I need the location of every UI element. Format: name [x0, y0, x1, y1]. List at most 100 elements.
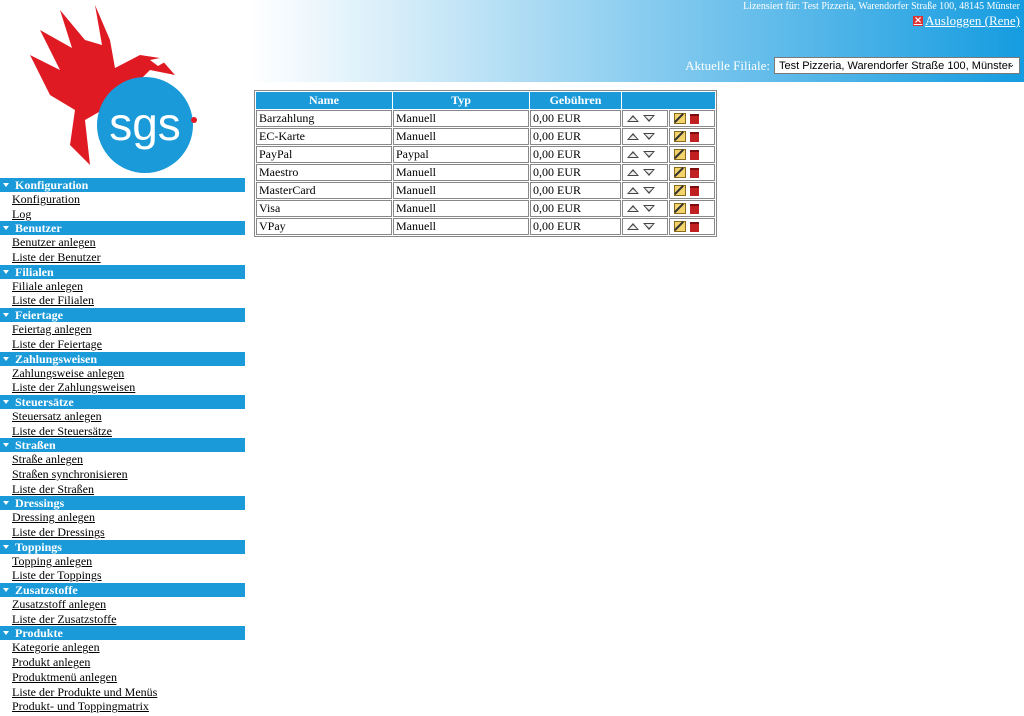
sidebar-section-header[interactable]: Konfiguration — [0, 178, 245, 192]
sidebar-link[interactable]: Liste der Dressings — [0, 525, 245, 540]
edit-icon[interactable] — [674, 203, 686, 214]
trash-icon[interactable] — [690, 131, 699, 142]
cell-actions — [669, 218, 715, 235]
move-up-icon[interactable] — [627, 133, 639, 140]
trash-icon[interactable] — [690, 203, 699, 214]
cell-order — [622, 182, 668, 199]
trash-icon[interactable] — [690, 113, 699, 124]
sidebar-link[interactable]: Liste der Steuersätze — [0, 424, 245, 439]
edit-icon[interactable] — [674, 167, 686, 178]
cell-typ: Manuell — [393, 164, 529, 181]
move-up-icon[interactable] — [627, 187, 639, 194]
sidebar-section-title: Zahlungsweisen — [15, 351, 98, 366]
sidebar-section-header[interactable]: Dressings — [0, 496, 245, 511]
move-up-icon[interactable] — [627, 115, 639, 122]
move-down-icon[interactable] — [643, 205, 655, 212]
table-row: Barzahlung Manuell 0,00 EUR — [256, 110, 715, 127]
cell-order — [622, 110, 668, 127]
caret-down-icon — [3, 501, 9, 506]
sidebar-section-header[interactable]: Toppings — [0, 539, 245, 554]
sidebar-link[interactable]: Straße anlegen — [0, 452, 245, 467]
cell-name: Visa — [256, 200, 392, 217]
sidebar-link[interactable]: Benutzer anlegen — [0, 235, 245, 250]
move-up-icon[interactable] — [627, 205, 639, 212]
caret-down-icon — [3, 269, 9, 274]
trash-icon[interactable] — [690, 149, 699, 160]
cell-actions — [669, 146, 715, 163]
sidebar-link[interactable]: Topping anlegen — [0, 554, 245, 569]
sidebar-section-title: Feiertage — [15, 308, 63, 323]
move-down-icon[interactable] — [643, 169, 655, 176]
sidebar-link[interactable]: Liste der Produkte und Menüs — [0, 685, 245, 700]
edit-icon[interactable] — [674, 113, 686, 124]
cell-fee: 0,00 EUR — [530, 110, 621, 127]
sidebar-link[interactable]: Liste der Zahlungsweisen — [0, 380, 245, 395]
sidebar-section-header[interactable]: Steuersätze — [0, 394, 245, 409]
sidebar-link[interactable]: Kategorie anlegen — [0, 640, 245, 655]
sidebar-link[interactable]: Feiertag anlegen — [0, 322, 245, 337]
edit-icon[interactable] — [674, 185, 686, 196]
filiale-label: Aktuelle Filiale: — [685, 57, 770, 73]
sidebar-link[interactable]: Liste der Zusatzstoffe — [0, 612, 245, 627]
sidebar-link[interactable]: Liste der Toppings — [0, 568, 245, 583]
sidebar-link[interactable]: Produkt- und Toppingmatrix — [0, 699, 245, 714]
sidebar-link[interactable]: Liste der Benutzer — [0, 250, 245, 265]
edit-icon[interactable] — [674, 149, 686, 160]
cell-typ: Manuell — [393, 110, 529, 127]
sidebar-link[interactable]: Produkt anlegen — [0, 655, 245, 670]
cell-order — [622, 128, 668, 145]
sidebar-link[interactable]: Filiale anlegen — [0, 279, 245, 294]
sidebar-section-header[interactable]: Zusatzstoffe — [0, 583, 245, 598]
filiale-select[interactable]: Test Pizzeria, Warendorfer Straße 100, M… — [774, 57, 1020, 74]
sidebar-section-header[interactable]: Filialen — [0, 264, 245, 279]
logout-link[interactable]: × Ausloggen (Rene) — [913, 13, 1020, 29]
chevron-down-icon: ⌄ — [1007, 60, 1015, 70]
column-header-actions — [622, 92, 715, 109]
cell-name: EC-Karte — [256, 128, 392, 145]
cell-typ: Manuell — [393, 218, 529, 235]
cell-order — [622, 146, 668, 163]
move-down-icon[interactable] — [643, 187, 655, 194]
move-up-icon[interactable] — [627, 223, 639, 230]
sidebar-section-title: Dressings — [15, 496, 65, 511]
edit-icon[interactable] — [674, 221, 686, 232]
sidebar-link[interactable]: Dressing anlegen — [0, 510, 245, 525]
cell-actions — [669, 110, 715, 127]
sidebar-link[interactable]: Zahlungsweise anlegen — [0, 366, 245, 381]
sidebar-link[interactable]: Liste der Straßen — [0, 482, 245, 497]
move-down-icon[interactable] — [643, 223, 655, 230]
caret-down-icon — [3, 183, 9, 187]
logout-label: Ausloggen (Rene) — [925, 13, 1020, 28]
edit-icon[interactable] — [674, 131, 686, 142]
move-up-icon[interactable] — [627, 151, 639, 158]
sidebar-link[interactable]: Liste der Filialen — [0, 293, 245, 308]
table-row: PayPal Paypal 0,00 EUR — [256, 146, 715, 163]
trash-icon[interactable] — [690, 221, 699, 232]
sidebar-link[interactable]: Steuersatz anlegen — [0, 409, 245, 424]
sidebar-section-header[interactable]: Feiertage — [0, 308, 245, 323]
move-down-icon[interactable] — [643, 133, 655, 140]
sidebar-link[interactable]: Liste der Feiertage — [0, 337, 245, 352]
sidebar-section-header[interactable]: Straßen — [0, 438, 245, 453]
move-up-icon[interactable] — [627, 169, 639, 176]
sidebar-link[interactable]: Zusatzstoff anlegen — [0, 597, 245, 612]
cell-name: MasterCard — [256, 182, 392, 199]
sidebar-link[interactable]: Konfiguration — [0, 192, 245, 207]
sidebar-section-title: Straßen — [15, 438, 56, 453]
sidebar-section-header[interactable]: Zahlungsweisen — [0, 351, 245, 366]
payment-table-wrapper: Name Typ Gebühren Barzahlung Manuell 0,00 … — [254, 90, 717, 237]
sidebar-link[interactable]: Straßen synchronisieren — [0, 467, 245, 482]
sidebar-link[interactable]: Log — [0, 207, 245, 222]
table-row: Maestro Manuell 0,00 EUR — [256, 164, 715, 181]
sidebar-section-title: Konfiguration — [15, 178, 89, 192]
sidebar-section-header[interactable]: Produkte — [0, 626, 245, 641]
trash-icon[interactable] — [690, 167, 699, 178]
move-down-icon[interactable] — [643, 151, 655, 158]
sidebar-link[interactable]: Produktmenü anlegen — [0, 670, 245, 685]
trash-icon[interactable] — [690, 185, 699, 196]
filiale-selected-value: Test Pizzeria, Warendorfer Straße 100, M… — [779, 59, 1012, 72]
cell-order — [622, 218, 668, 235]
table-header-row: Name Typ Gebühren — [256, 92, 715, 109]
sidebar-section-header[interactable]: Benutzer — [0, 221, 245, 236]
move-down-icon[interactable] — [643, 115, 655, 122]
